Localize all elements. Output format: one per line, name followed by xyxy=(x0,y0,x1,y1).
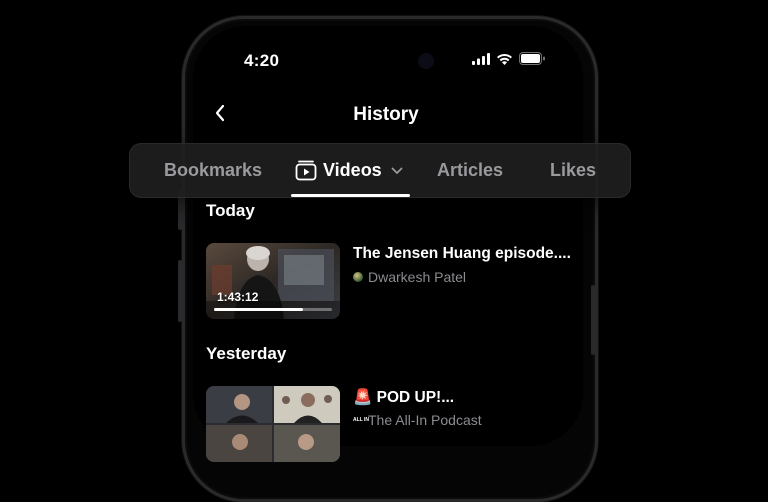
wifi-icon xyxy=(496,52,513,70)
front-camera xyxy=(418,53,434,69)
chevron-down-icon[interactable] xyxy=(391,167,403,175)
video-icon xyxy=(295,160,317,181)
tab-bookmarks[interactable]: Bookmarks xyxy=(164,144,262,197)
status-icons xyxy=(472,52,546,70)
tab-videos[interactable]: Videos xyxy=(295,144,403,197)
active-tab-indicator xyxy=(291,194,410,197)
video-thumbnail xyxy=(206,386,340,462)
watch-progress-fill xyxy=(214,308,303,311)
channel-name: The All-In Podcast xyxy=(368,412,482,428)
tab-label: Likes xyxy=(550,160,597,180)
video-channel: ALL IN The All-In Podcast xyxy=(353,412,482,428)
section-heading-today: Today xyxy=(206,201,255,220)
tab-label: Videos xyxy=(323,160,382,180)
channel-avatar-icon xyxy=(353,272,363,282)
phone-side-button-left-2 xyxy=(178,260,182,322)
video-title: 🚨 POD UP!... xyxy=(353,389,455,406)
status-time: 4:20 xyxy=(244,51,280,70)
tab-bar: Bookmarks Videos Articles Likes xyxy=(129,143,631,198)
video-channel: Dwarkesh Patel xyxy=(353,269,466,285)
tab-label: Bookmarks xyxy=(164,160,263,180)
channel-name: Dwarkesh Patel xyxy=(368,269,467,285)
section-heading-yesterday: Yesterday xyxy=(206,344,287,363)
watch-progress-bar xyxy=(214,308,332,311)
phone-screen xyxy=(193,26,583,446)
tab-likes[interactable]: Likes xyxy=(550,144,596,197)
video-duration: 1:43:12 xyxy=(217,290,259,304)
battery-icon xyxy=(519,52,546,70)
phone-side-button-right xyxy=(591,285,595,355)
tab-label: Articles xyxy=(437,160,504,180)
video-thumbnail: 1:43:12 xyxy=(206,243,340,319)
video-list-item[interactable]: 🚨 POD UP!... ALL IN The All-In Podcast xyxy=(206,386,576,462)
video-title: The Jensen Huang episode.... xyxy=(353,245,571,262)
cellular-signal-icon xyxy=(472,52,490,70)
video-list-item[interactable]: 1:43:12 The Jensen Huang episode.... Dwa… xyxy=(206,243,576,319)
page-title: History xyxy=(353,104,419,125)
tab-articles[interactable]: Articles xyxy=(437,144,503,197)
channel-avatar-icon: ALL IN xyxy=(353,416,370,423)
